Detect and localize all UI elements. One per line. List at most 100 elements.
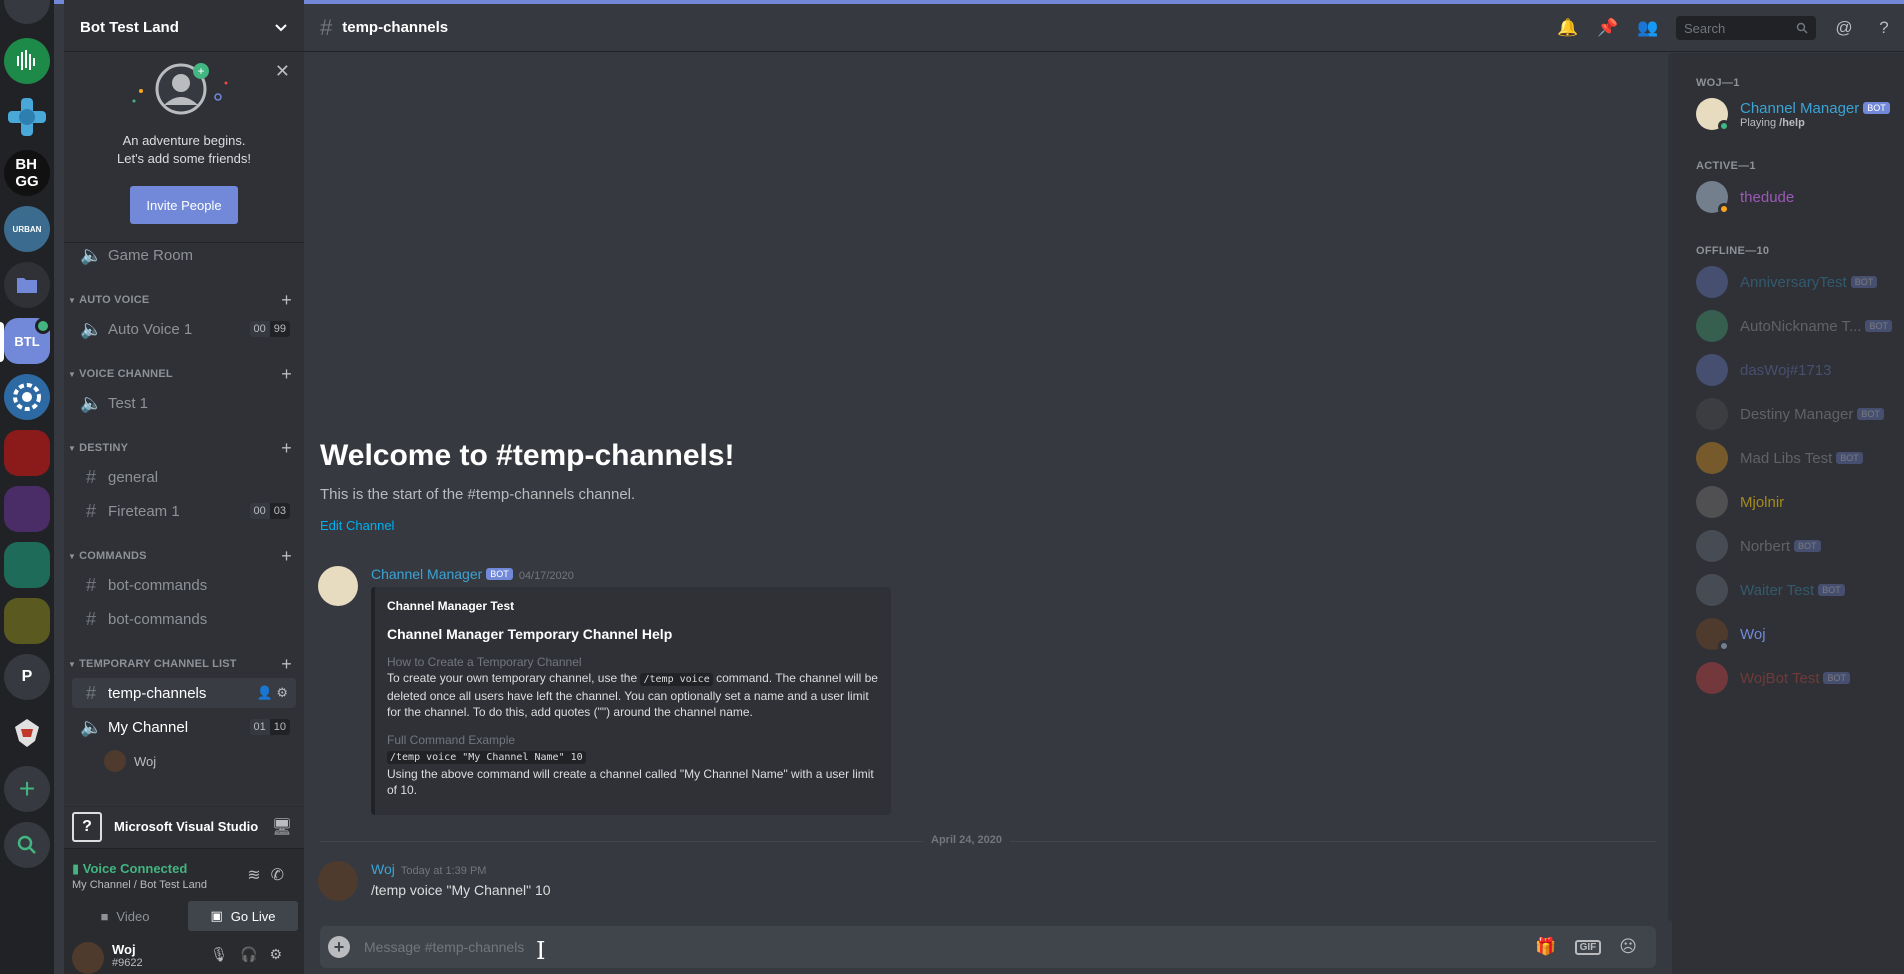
headphones-icon[interactable]: 🎧 bbox=[240, 946, 269, 962]
channel-bot-commands[interactable]: # bot-commands bbox=[72, 604, 296, 634]
go-live-button[interactable]: ▣ Go Live bbox=[188, 901, 298, 931]
pin-icon[interactable]: 📌 bbox=[1595, 18, 1621, 38]
add-channel-icon[interactable]: + bbox=[281, 364, 292, 385]
avatar bbox=[1696, 442, 1728, 474]
channel-fireteam-1[interactable]: # Fireteam 1 00 03 bbox=[72, 496, 296, 526]
explore-servers-icon[interactable] bbox=[4, 822, 50, 868]
server-folder-olive[interactable] bbox=[4, 598, 50, 644]
video-button[interactable]: ■ Video bbox=[70, 901, 180, 931]
members-icon[interactable]: 👥 bbox=[1635, 18, 1661, 38]
gift-icon[interactable]: 🎁 bbox=[1535, 937, 1556, 957]
bot-badge: BOT bbox=[1794, 539, 1821, 552]
server-icon-bhgg[interactable]: BH GG bbox=[4, 150, 50, 196]
screen-share-icon[interactable]: 🖥 bbox=[272, 817, 292, 837]
close-icon[interactable]: ✕ bbox=[275, 61, 290, 82]
channel-temp-channels[interactable]: # temp-channels 👤 ⚙ bbox=[72, 678, 296, 708]
avatar[interactable] bbox=[318, 861, 358, 901]
chevron-down-icon: ▼ bbox=[68, 295, 77, 305]
add-channel-icon[interactable]: + bbox=[281, 546, 292, 567]
category-voice-channel[interactable]: ▼ VOICE CHANNEL + bbox=[64, 364, 304, 385]
guild-header[interactable]: Bot Test Land bbox=[64, 4, 304, 52]
member-item[interactable]: thedude bbox=[1696, 177, 1896, 217]
user-controls: 🎙🎧⚙ bbox=[210, 946, 294, 963]
folder-icon[interactable] bbox=[4, 262, 50, 308]
category-label: VOICE CHANNEL bbox=[79, 368, 173, 380]
avatar[interactable] bbox=[318, 566, 358, 606]
server-icon-eagle[interactable] bbox=[4, 710, 50, 756]
invite-line-1: An adventure begins. bbox=[122, 133, 246, 148]
server-icon-gear[interactable] bbox=[4, 374, 50, 420]
search-input[interactable]: Search bbox=[1676, 16, 1816, 40]
avatar[interactable] bbox=[72, 942, 104, 974]
disconnect-icon[interactable]: ✆ bbox=[271, 867, 294, 884]
member-item[interactable]: AutoNickname T... BOT bbox=[1696, 306, 1896, 346]
video-label: Video bbox=[116, 908, 150, 924]
go-live-icon: ▣ bbox=[210, 908, 223, 923]
voice-connected-status[interactable]: ▮ Voice Connected bbox=[72, 861, 187, 877]
server-folder-teal[interactable] bbox=[4, 542, 50, 588]
channel-my-channel[interactable]: 🔈 My Channel 01 10 bbox=[72, 712, 296, 742]
welcome-title: Welcome to #temp-channels! bbox=[320, 439, 735, 472]
member-item[interactable]: WojBot Test BOT bbox=[1696, 658, 1896, 698]
member-item[interactable]: Waiter Test BOT bbox=[1696, 570, 1896, 610]
server-icon-urban[interactable]: URBAN bbox=[4, 206, 50, 252]
add-channel-icon[interactable]: + bbox=[281, 290, 292, 311]
gif-button[interactable]: GIF bbox=[1574, 939, 1602, 955]
chevron-down-icon: ▼ bbox=[68, 551, 77, 561]
voice-channel-user[interactable]: Woj bbox=[104, 748, 294, 774]
server-icon-equalizer[interactable] bbox=[4, 38, 50, 84]
guild-name: Bot Test Land bbox=[80, 19, 179, 36]
add-channel-icon[interactable]: + bbox=[281, 438, 292, 459]
avatar bbox=[1696, 398, 1728, 430]
channel-auto-voice-1[interactable]: 🔈 Auto Voice 1 00 99 bbox=[72, 314, 296, 344]
noise-suppression-icon[interactable]: ≋ bbox=[247, 867, 270, 884]
member-name: AutoNickname T... BOT bbox=[1740, 318, 1892, 335]
bot-badge: BOT bbox=[1863, 101, 1890, 114]
server-icon-p[interactable]: P bbox=[4, 654, 50, 700]
user-name: Woj bbox=[112, 942, 136, 957]
invite-people-button[interactable]: Invite People bbox=[130, 186, 238, 224]
category-temporary-channel-list[interactable]: ▼ TEMPORARY CHANNEL LIST + bbox=[64, 654, 304, 675]
user-count: 00 bbox=[249, 321, 270, 337]
home-button[interactable] bbox=[4, 0, 50, 24]
category-commands[interactable]: ▼ COMMANDS + bbox=[64, 546, 304, 567]
channel-game-room[interactable]: 🔈 Game Room bbox=[72, 240, 296, 270]
emoji-icon[interactable]: ☹ bbox=[1619, 937, 1637, 957]
add-channel-icon[interactable]: + bbox=[281, 654, 292, 675]
message-author[interactable]: Woj bbox=[371, 861, 395, 877]
server-folder-red[interactable] bbox=[4, 430, 50, 476]
server-rail: BH GG URBAN BTL P + bbox=[0, 0, 54, 974]
channel-label: general bbox=[108, 468, 159, 486]
server-folder-purple[interactable] bbox=[4, 486, 50, 532]
edit-channel-link[interactable]: Edit Channel bbox=[320, 518, 394, 533]
embed-author: Channel Manager Test bbox=[387, 599, 515, 613]
message-author[interactable]: Channel Manager bbox=[371, 566, 482, 582]
server-icon-cross[interactable] bbox=[4, 94, 50, 140]
member-section-woj: WOJ—1 bbox=[1696, 77, 1740, 89]
member-item[interactable]: Norbert BOT bbox=[1696, 526, 1896, 566]
member-item[interactable]: Channel Manager BOT Playing /help bbox=[1696, 94, 1896, 134]
bell-icon[interactable]: 🔔 bbox=[1555, 18, 1581, 38]
bot-badge: BOT bbox=[486, 568, 513, 580]
channel-bot-commands[interactable]: # bot-commands bbox=[72, 570, 296, 600]
mention-icon[interactable]: @ bbox=[1831, 18, 1857, 38]
member-item[interactable]: AnniversaryTest BOT bbox=[1696, 262, 1896, 302]
channel-sidebar: Bot Test Land ✕ + An adventure begins. L… bbox=[64, 0, 304, 974]
member-item[interactable]: Mad Libs Test BOT bbox=[1696, 438, 1896, 478]
help-icon[interactable]: ? bbox=[1871, 18, 1897, 38]
add-attachment-icon[interactable]: + bbox=[328, 936, 350, 958]
microphone-icon[interactable]: 🎙 bbox=[210, 946, 240, 962]
invite-member-icon[interactable]: 👤 bbox=[257, 685, 273, 700]
gear-icon[interactable]: ⚙ bbox=[276, 685, 288, 700]
member-item[interactable]: Mjolnir bbox=[1696, 482, 1896, 522]
channel-test-1[interactable]: 🔈 Test 1 bbox=[72, 388, 296, 418]
category-destiny[interactable]: ▼ DESTINY + bbox=[64, 438, 304, 459]
member-item[interactable]: Destiny Manager BOT bbox=[1696, 394, 1896, 434]
gear-icon[interactable]: ⚙ bbox=[269, 946, 294, 962]
add-server-icon[interactable]: + bbox=[4, 766, 50, 812]
member-item[interactable]: dasWoj#1713 bbox=[1696, 350, 1896, 390]
category-auto-voice[interactable]: ▼ AUTO VOICE + bbox=[64, 290, 304, 311]
member-item[interactable]: Woj bbox=[1696, 614, 1896, 654]
avatar bbox=[1696, 486, 1728, 518]
channel-general[interactable]: # general bbox=[72, 462, 296, 492]
